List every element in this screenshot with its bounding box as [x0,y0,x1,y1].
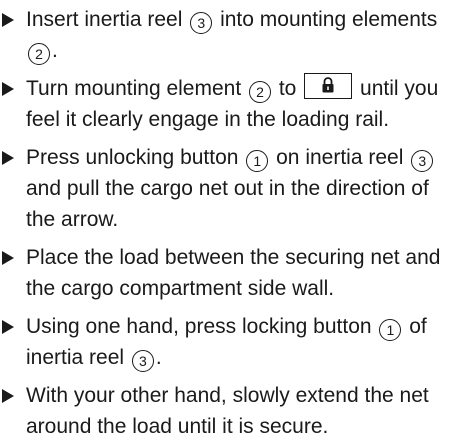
callout-number: 2 [28,43,50,65]
instruction-step-5: Using one hand, press locking button 1 o… [0,311,462,373]
instruction-step-6: With your other hand, slowly extend the … [0,380,462,442]
callout-number: 3 [190,12,213,34]
callout-number: 1 [379,319,402,341]
instruction-list: Insert inertia reel 3 into mounting elem… [0,0,462,442]
bullet-arrow-icon [2,320,14,334]
step-text: With your other hand, slowly extend the … [26,384,429,438]
step-text: Turn mounting element [26,77,248,100]
instruction-step-3: Press unlocking button 1 on inertia reel… [0,142,462,235]
callout-number: 2 [249,81,272,103]
step-text: . [155,346,162,369]
step-text: Using one hand, press locking button [26,315,378,338]
callout-number: 3 [411,150,434,172]
step-text: to [273,77,303,100]
step-text: Press unlocking button [26,146,245,169]
instruction-step-4: Place the load between the securing net … [0,242,462,304]
bullet-arrow-icon [2,389,14,403]
lock-position-symbol [304,73,353,99]
instruction-step-1: Insert inertia reel 3 into mounting elem… [0,4,462,66]
step-text: Place the load between the securing net … [26,246,441,300]
step-text: on inertia reel [270,146,410,169]
bullet-arrow-icon [2,251,14,265]
step-text: and pull the cargo net out in the direct… [26,177,429,231]
bullet-arrow-icon [2,151,14,165]
bullet-arrow-icon [2,13,14,27]
lock-icon [322,77,334,93]
step-text: into mounting elements [214,8,438,31]
bullet-arrow-icon [2,82,14,96]
step-text: Insert inertia reel [26,8,189,31]
callout-number: 3 [131,350,154,372]
instruction-step-2: Turn mounting element 2 to until you fee… [0,73,462,135]
callout-number: 1 [246,150,269,172]
step-text: . [52,39,58,62]
